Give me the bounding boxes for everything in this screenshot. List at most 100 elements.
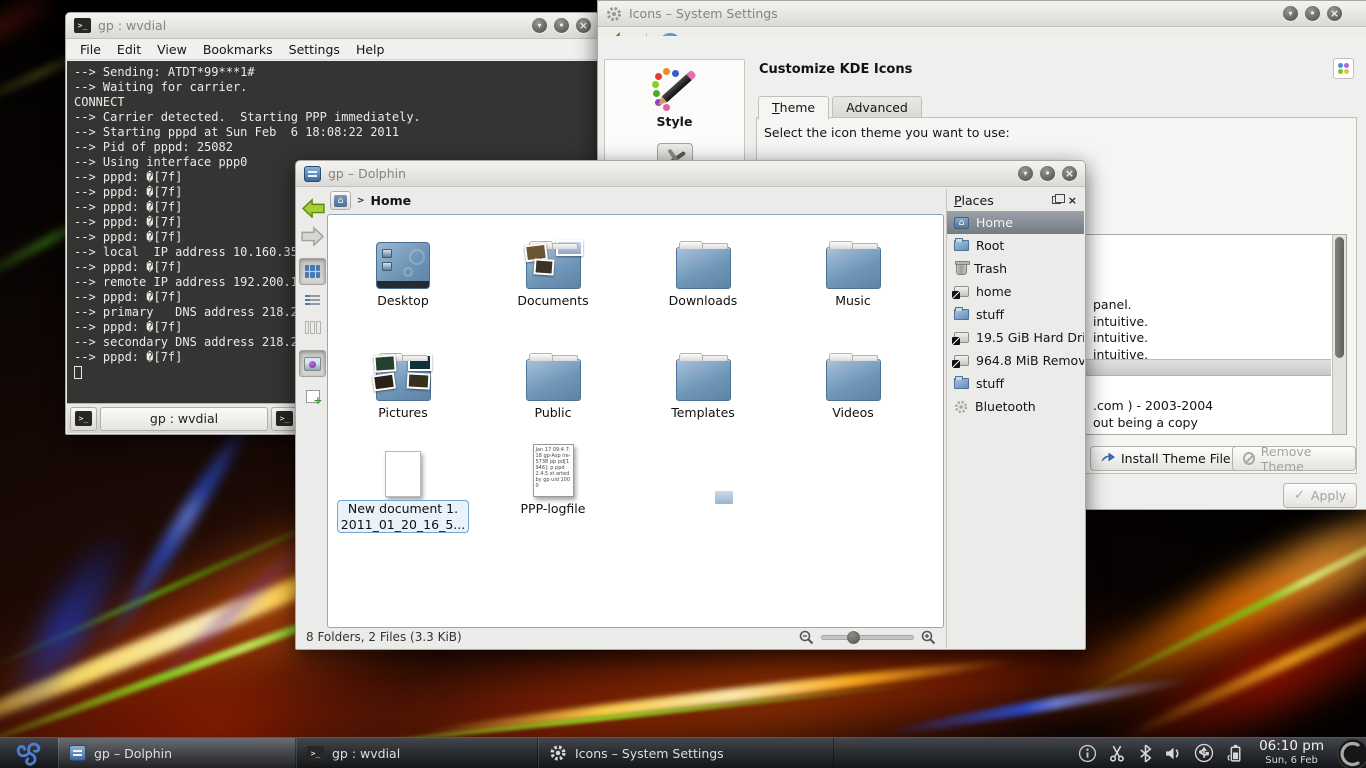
apply-button[interactable]: ✓ Apply <box>1283 483 1357 508</box>
file-item-templates[interactable]: Templates <box>628 337 778 421</box>
dolphin-titlebar[interactable]: gp – Dolphin <box>296 161 1085 187</box>
new-tab-button[interactable] <box>70 407 97 431</box>
panel-toolbox-cashew[interactable] <box>1330 738 1366 768</box>
dolphin-title: gp – Dolphin <box>328 166 406 181</box>
device-notifier-usb-icon[interactable] <box>1194 743 1214 763</box>
install-theme-button[interactable]: Install Theme File... <box>1090 446 1254 471</box>
folder-icon <box>954 309 969 320</box>
places-item-trash[interactable]: Trash <box>947 257 1084 280</box>
battery-icon[interactable] <box>1225 743 1244 763</box>
volume-icon[interactable] <box>1164 744 1183 763</box>
folder-view[interactable]: Desktop Documents Downloads Music <box>327 214 944 628</box>
hard-drive-icon <box>954 286 969 297</box>
breadcrumb-home-button[interactable] <box>330 191 351 210</box>
float-panel-icon[interactable] <box>1052 196 1061 204</box>
file-item-videos[interactable]: Videos <box>778 337 928 421</box>
places-item-home-drive[interactable]: home <box>947 280 1084 303</box>
file-item-pictures[interactable]: Pictures <box>328 337 478 421</box>
columns-view-button[interactable] <box>299 314 326 341</box>
maximize-button[interactable] <box>1040 166 1055 181</box>
app-launcher-button[interactable] <box>0 738 58 768</box>
icons-view-button[interactable] <box>299 258 326 285</box>
triskelion-logo-icon <box>14 738 44 768</box>
zoom-out-icon[interactable] <box>799 630 814 645</box>
taskbar-task-wvdial[interactable]: gp : wvdial <box>296 738 538 768</box>
menu-view[interactable]: View <box>149 41 195 58</box>
dolphin-statusbar: 8 Folders, 2 Files (3.3 KiB) <box>297 626 945 648</box>
zoom-in-icon[interactable] <box>921 630 936 645</box>
menu-bookmarks[interactable]: Bookmarks <box>195 41 281 58</box>
places-item-home[interactable]: Home <box>947 211 1084 234</box>
info-icon[interactable] <box>1078 744 1097 763</box>
thumbnail-artifact <box>715 491 733 504</box>
scrollbar-thumb[interactable] <box>1335 237 1344 358</box>
theme-list-text: panel. intuitive. intuitive. intuitive. <box>1093 297 1148 363</box>
file-item-desktop[interactable]: Desktop <box>328 225 478 309</box>
zoom-slider-handle[interactable] <box>847 631 860 644</box>
clipboard-scissors-icon[interactable] <box>1108 744 1127 763</box>
places-item-removable[interactable]: 964.8 MiB Remov… <box>947 349 1084 372</box>
maximize-button[interactable] <box>554 18 569 33</box>
remove-theme-button[interactable]: Remove Theme <box>1232 446 1356 471</box>
taskbar-task-system-settings[interactable]: Icons – System Settings <box>538 738 834 768</box>
terminal-menubar: File Edit View Bookmarks Settings Help <box>66 39 599 60</box>
folder-icon <box>676 359 731 401</box>
file-label: Music <box>778 293 928 309</box>
close-panel-icon[interactable]: × <box>1068 195 1077 206</box>
places-item-bluetooth[interactable]: Bluetooth <box>947 395 1084 418</box>
system-settings-title: Icons – System Settings <box>629 6 778 21</box>
zoom-slider[interactable] <box>821 635 914 640</box>
preview-button[interactable] <box>299 350 326 377</box>
wallpaper-streak <box>421 653 1018 740</box>
places-panel: Places × Home Root Trash home stuff 19.5… <box>946 189 1084 648</box>
menu-settings[interactable]: Settings <box>281 41 348 58</box>
places-item-stuff[interactable]: stuff <box>947 303 1084 326</box>
system-settings-titlebar[interactable]: Icons – System Settings <box>598 1 1366 27</box>
bluetooth-icon[interactable] <box>1138 744 1153 763</box>
forward-button[interactable] <box>299 222 326 249</box>
file-item-ppp-logfile[interactable]: Jan 17 09:4 7:18 gp-Asp ire-5738 pp pd[1… <box>478 433 628 517</box>
minimize-button[interactable] <box>1018 166 1033 181</box>
back-button[interactable] <box>299 194 326 221</box>
file-item-new-document[interactable]: New document 1.2011_01_20_16_5... <box>328 433 478 533</box>
taskbar-task-dolphin[interactable]: gp – Dolphin <box>58 738 296 768</box>
places-item-hard-drive[interactable]: 19.5 GiB Hard Drive <box>947 326 1084 349</box>
file-item-downloads[interactable]: Downloads <box>628 225 778 309</box>
breadcrumb: > Home <box>330 190 411 211</box>
columns-view-icon <box>305 321 321 334</box>
terminal-titlebar[interactable]: gp : wvdial <box>66 13 599 39</box>
breadcrumb-current[interactable]: Home <box>371 193 412 208</box>
file-item-music[interactable]: Music <box>778 225 928 309</box>
tab-theme[interactable]: Theme <box>758 96 829 120</box>
folder-icon <box>376 359 431 401</box>
trash-icon <box>956 263 967 275</box>
close-button[interactable] <box>1327 6 1342 21</box>
file-label-selected: New document 1.2011_01_20_16_5... <box>337 500 469 533</box>
details-view-button[interactable] <box>299 286 326 313</box>
file-item-documents[interactable]: Documents <box>478 225 628 309</box>
menu-help[interactable]: Help <box>348 41 393 58</box>
sidebar-item-style[interactable]: Style <box>605 114 744 129</box>
file-item-public[interactable]: Public <box>478 337 628 421</box>
menu-edit[interactable]: Edit <box>109 41 149 58</box>
theme-description: .com ) - 2003-2004 out being a copy <box>1093 397 1213 431</box>
dolphin-toolbar <box>298 193 327 411</box>
close-button[interactable] <box>576 18 591 33</box>
menu-file[interactable]: File <box>72 41 109 58</box>
maximize-button[interactable] <box>1305 6 1320 21</box>
close-button[interactable] <box>1062 166 1077 181</box>
dolphin-window[interactable]: gp – Dolphin > Home <box>295 160 1086 650</box>
scrollbar[interactable] <box>1332 235 1346 434</box>
terminal-tab[interactable]: gp : wvdial <box>100 407 268 431</box>
places-item-stuff2[interactable]: stuff <box>947 372 1084 395</box>
terminal-line: --> Sending: ATDT*99***1# <box>74 65 598 80</box>
desktop-folder-icon <box>376 242 430 289</box>
folder-icon <box>954 378 969 389</box>
minimize-button[interactable] <box>532 18 547 33</box>
terminal-line: CONNECT <box>74 95 598 110</box>
places-item-root[interactable]: Root <box>947 234 1084 257</box>
tab-list-button[interactable] <box>271 407 298 431</box>
clock[interactable]: 06:10 pm Sun, 6 Feb <box>1253 739 1330 766</box>
split-view-button[interactable] <box>299 383 326 410</box>
minimize-button[interactable] <box>1283 6 1298 21</box>
